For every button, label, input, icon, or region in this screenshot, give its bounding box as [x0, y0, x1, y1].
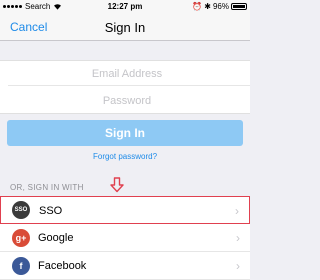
alarm-icon: ⏰	[192, 2, 203, 11]
sso-icon: SSO	[12, 201, 30, 219]
provider-facebook-row[interactable]: f Facebook ›	[0, 252, 250, 280]
battery-percent: 96%	[212, 2, 229, 11]
provider-google-row[interactable]: g+ Google ›	[0, 224, 250, 252]
alt-signin-header: OR, SIGN IN WITH	[10, 183, 84, 192]
bluetooth-icon: ✱	[204, 2, 211, 11]
provider-label: Google	[38, 232, 74, 244]
provider-label: SSO	[39, 205, 63, 217]
chevron-right-icon: ›	[236, 259, 240, 273]
provider-list: SSO SSO › g+ Google › f Facebook ›	[0, 196, 250, 280]
status-right: ⏰ ✱ 96%	[192, 2, 247, 11]
signin-form	[0, 60, 254, 114]
facebook-icon: f	[12, 257, 30, 275]
email-field-row	[0, 61, 254, 87]
chevron-right-icon: ›	[236, 231, 240, 245]
chevron-right-icon: ›	[235, 204, 239, 218]
password-field[interactable]	[0, 87, 254, 114]
signin-button[interactable]: Sign In	[7, 120, 243, 146]
password-field-row	[0, 87, 254, 114]
battery-icon	[231, 3, 247, 10]
status-bar: Search 12:27 pm ⏰ ✱ 96%	[0, 0, 250, 14]
provider-sso-row[interactable]: SSO SSO ›	[0, 196, 250, 224]
navigation-bar: Cancel Sign In	[0, 14, 250, 41]
google-plus-icon: g+	[12, 229, 30, 247]
provider-label: Facebook	[38, 260, 87, 272]
arrow-down-icon	[110, 177, 124, 193]
email-field[interactable]	[0, 61, 254, 87]
page-title: Sign In	[104, 20, 146, 35]
forgot-password-link[interactable]: Forgot password?	[0, 152, 250, 161]
